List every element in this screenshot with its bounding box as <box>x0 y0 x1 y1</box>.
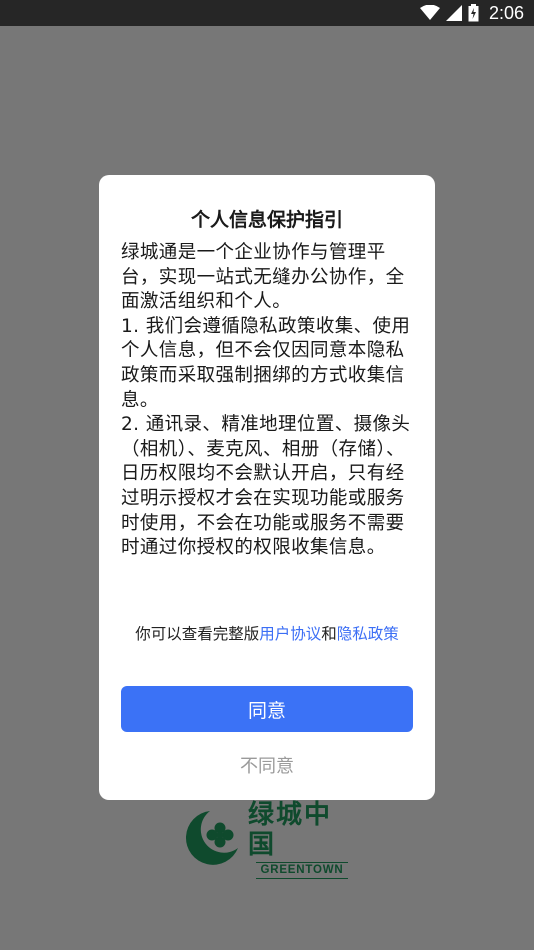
dialog-paragraph-2: 2. 通讯录、精准地理位置、摄像头（相机）、麦克风、相册（存储）、日历权限均不会… <box>121 414 411 559</box>
disagree-button[interactable]: 不同意 <box>121 747 413 783</box>
wifi-icon <box>419 5 440 21</box>
dialog-body: 绿城通是一个企业协作与管理平台，实现一站式无缝办公协作，全面激活组织和个人。 1… <box>121 241 421 561</box>
privacy-policy-link[interactable]: 隐私政策 <box>337 625 399 643</box>
logo-name-en-frame: GREENTOWN <box>256 861 348 879</box>
agree-button[interactable]: 同意 <box>121 686 413 732</box>
dialog-paragraph-1: 1. 我们会遵循隐私政策收集、使用个人信息，但不会仅因同意本隐私政策而采取强制捆… <box>121 315 411 411</box>
status-bar: 2:06 <box>0 0 534 26</box>
dialog-paragraph-intro: 绿城通是一个企业协作与管理平台，实现一站式无缝办公协作，全面激活组织和个人。 <box>121 242 405 313</box>
logo-name-en: GREENTOWN <box>260 863 344 876</box>
logo-text: 绿城中国 GREENTOWN <box>248 800 356 879</box>
links-and: 和 <box>321 625 337 643</box>
cell-signal-icon <box>445 5 462 21</box>
agreement-links: 你可以查看完整版用户协议和隐私政策 <box>121 623 413 645</box>
status-time: 2:06 <box>488 2 524 23</box>
dialog-title: 个人信息保护指引 <box>190 209 343 231</box>
clover-moon-icon <box>180 808 242 870</box>
greentown-logo: 绿城中国 GREENTOWN <box>180 800 356 879</box>
links-prefix: 你可以查看完整版 <box>135 625 260 643</box>
user-agreement-link[interactable]: 用户协议 <box>259 625 321 643</box>
privacy-dialog: 个人信息保护指引 绿城通是一个企业协作与管理平台，实现一站式无缝办公协作，全面激… <box>99 175 435 800</box>
battery-charging-icon <box>468 4 479 22</box>
logo-name-cn: 绿城中国 <box>248 799 333 860</box>
